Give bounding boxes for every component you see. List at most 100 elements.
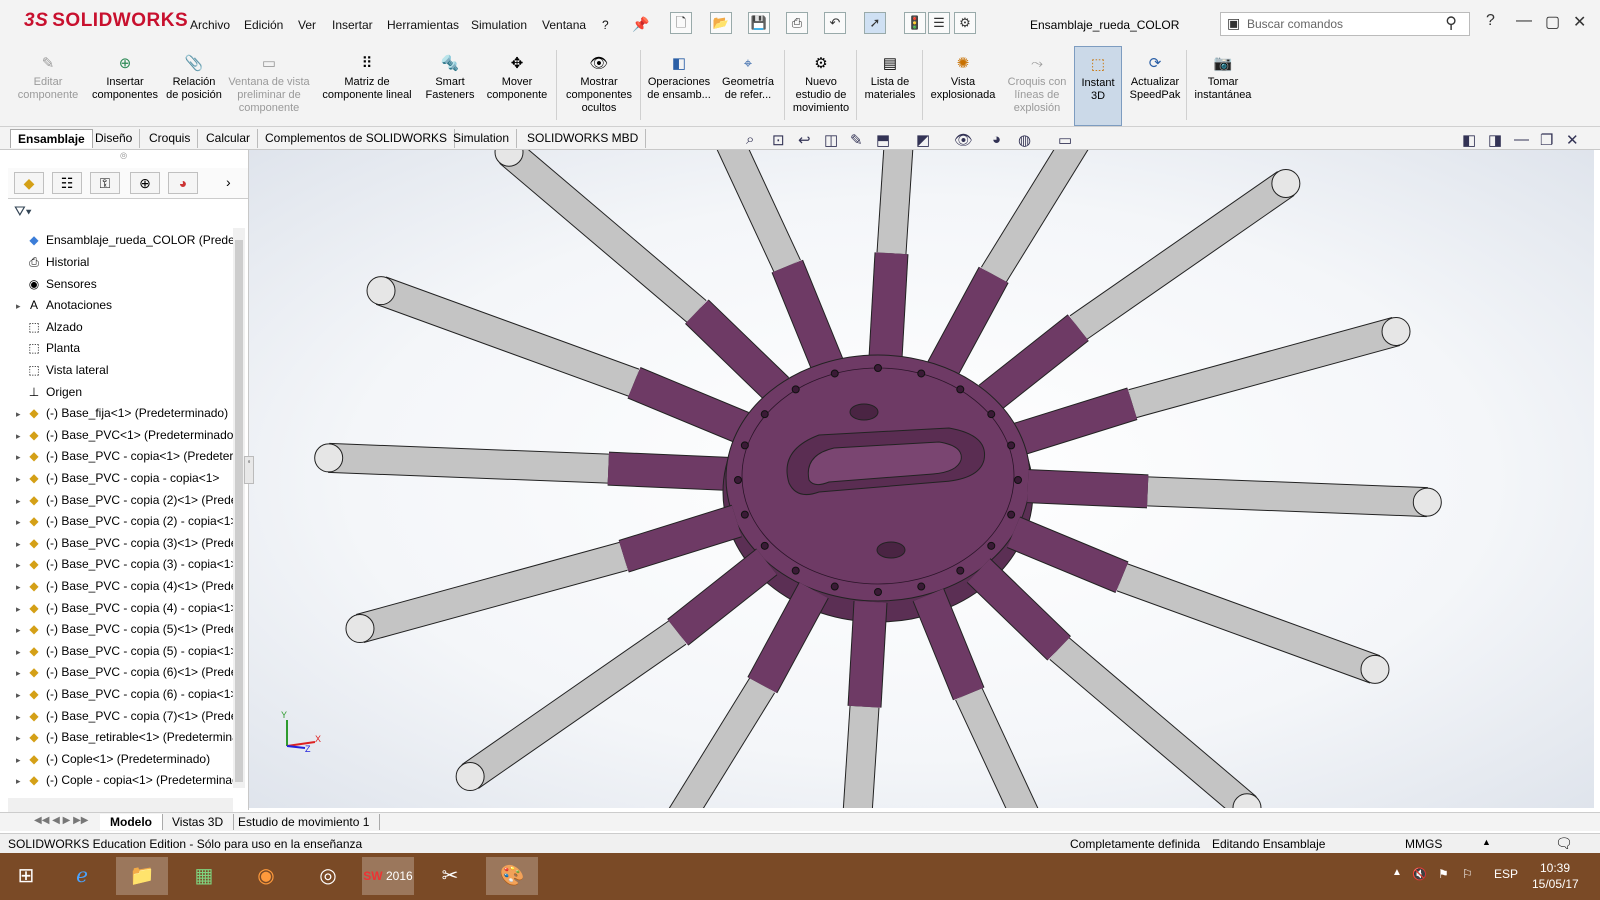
display-manager-tab-icon[interactable]: ◕ bbox=[168, 172, 198, 194]
filter-icon[interactable]: ⛛▾ bbox=[14, 203, 32, 220]
doc-close-icon[interactable]: ✕ bbox=[1566, 131, 1579, 149]
file-properties-icon[interactable]: ☰ bbox=[928, 12, 950, 34]
spoke[interactable] bbox=[868, 24, 921, 360]
tree-item[interactable]: ⊥ Origen bbox=[16, 381, 234, 403]
help-icon[interactable]: ? bbox=[1486, 12, 1495, 30]
menu-simulation[interactable]: Simulation bbox=[471, 18, 527, 32]
expand-arrow-icon[interactable]: ▸ bbox=[16, 749, 26, 770]
expand-arrow-icon[interactable]: ▸ bbox=[16, 295, 26, 316]
menu-archivo[interactable]: Archivo bbox=[190, 18, 230, 32]
tree-item[interactable]: ▸◆(-) Base_PVC - copia (2)<1> (Predeterm… bbox=[16, 489, 234, 511]
tab-ensamblaje[interactable]: Ensamblaje bbox=[10, 129, 93, 148]
volume-icon[interactable]: 🔇 bbox=[1412, 867, 1427, 881]
chevron-up-icon[interactable]: ▲ bbox=[1482, 837, 1491, 847]
minimize-icon[interactable]: — bbox=[1516, 12, 1532, 30]
menu-insertar[interactable]: Insertar bbox=[332, 18, 373, 32]
bill-of-materials-button[interactable]: ▤ Lista de materiales bbox=[860, 46, 920, 126]
tab-scroll-arrows-icon[interactable]: ◀◀ ◀ ▶ ▶▶ bbox=[34, 815, 88, 826]
paint-icon[interactable]: 🎨 bbox=[486, 857, 538, 895]
preview-window-button[interactable]: ▭ Ventana de vista preliminar de componen… bbox=[224, 46, 314, 126]
expand-arrow-icon[interactable]: ▸ bbox=[16, 770, 26, 791]
units-selector[interactable]: MMGS bbox=[1405, 837, 1442, 851]
save-icon[interactable]: 💾 bbox=[748, 12, 770, 34]
print-icon[interactable]: ⎙ bbox=[786, 12, 808, 34]
tree-item[interactable]: ▸◆(-) Base_PVC - copia (5)<1> (Predeterm… bbox=[16, 618, 234, 640]
tray-chevron-icon[interactable]: ▲ bbox=[1392, 867, 1402, 878]
insert-components-button[interactable]: ⊕ Insertar componentes bbox=[86, 46, 164, 126]
expand-arrow-icon[interactable]: ▸ bbox=[16, 727, 26, 748]
doc-minimize-icon[interactable]: — bbox=[1514, 131, 1529, 148]
file-explorer-icon[interactable]: 📁 bbox=[116, 857, 168, 895]
tab-motion-study[interactable]: Estudio de movimiento 1 bbox=[228, 814, 381, 830]
panel-left-icon[interactable]: ◧ bbox=[1462, 131, 1476, 149]
snipping-tool-icon[interactable]: ✂ bbox=[424, 857, 476, 895]
tree-item[interactable]: ▸ ◆ (-) Base_PVC - copia (4) - copia<1> bbox=[16, 597, 234, 619]
tree-item[interactable]: ▸ ◆ (-) Base_PVC<1> (Predeterminado) bbox=[16, 424, 234, 446]
feature-tree-tab-icon[interactable]: ◆ bbox=[14, 172, 44, 194]
restore-icon[interactable]: ▢ bbox=[1545, 12, 1560, 32]
expand-arrow-icon[interactable]: ▸ bbox=[16, 598, 26, 619]
new-motion-study-button[interactable]: ⚙ Nuevo estudio de movimiento bbox=[788, 46, 854, 126]
tree-item[interactable]: ▸◆(-) Base_PVC - copia (3)<1> (Predeterm… bbox=[16, 532, 234, 554]
select-pointer-icon[interactable]: ➚ bbox=[864, 12, 886, 34]
tree-item[interactable]: ▸ ◆ (-) Base_PVC - copia (3) - copia<1> bbox=[16, 553, 234, 575]
menu-edicion[interactable]: Edición bbox=[244, 18, 283, 32]
rebuild-icon[interactable]: 🚦 bbox=[904, 12, 926, 34]
tree-item[interactable]: ▸◆(-) Base_PVC - copia (6)<1> (Predeterm… bbox=[16, 661, 234, 683]
menu-help[interactable]: ? bbox=[602, 18, 609, 32]
display-style-icon[interactable]: ◩ bbox=[916, 131, 930, 149]
expand-arrow-icon[interactable]: ▸ bbox=[16, 576, 26, 597]
doc-restore-icon[interactable]: ❐ bbox=[1540, 131, 1553, 149]
internet-explorer-icon[interactable]: ℯ bbox=[56, 857, 108, 895]
solidworks-taskbar-icon[interactable]: SW 2016 bbox=[362, 857, 414, 895]
tree-item[interactable]: ⬚ Planta bbox=[16, 337, 234, 359]
tree-item[interactable]: ▸ ◆ (-) Base_PVC - copia - copia<1> bbox=[16, 467, 234, 489]
tree-item[interactable]: ▸◆(-) Base_retirable<1> (Predeterminado) bbox=[16, 726, 234, 748]
tree-item[interactable]: ◉ Sensores bbox=[16, 273, 234, 295]
solidworks-logo[interactable]: 3S SOLIDWORKS bbox=[24, 10, 188, 32]
firefox-icon[interactable]: ◉ bbox=[240, 857, 292, 895]
panel-right-icon[interactable]: ◨ bbox=[1488, 131, 1502, 149]
edit-appearance-icon[interactable]: ◕ bbox=[992, 131, 1001, 148]
tab-calcular[interactable]: Calcular bbox=[199, 129, 259, 148]
tree-root[interactable]: ◆Ensamblaje_rueda_COLOR (Predeterminado) bbox=[16, 229, 234, 251]
spoke[interactable] bbox=[314, 442, 729, 491]
graphics-area[interactable]: Y X Z bbox=[249, 24, 1594, 900]
close-icon[interactable]: ✕ bbox=[1573, 12, 1586, 32]
move-component-button[interactable]: ✥ Mover componente bbox=[482, 46, 552, 126]
tree-horizontal-scrollbar[interactable] bbox=[8, 798, 233, 812]
tree-item[interactable]: ▸ ◆ (-) Base_fija<1> (Predeterminado) bbox=[16, 402, 234, 424]
undo-icon[interactable]: ↶ bbox=[824, 12, 846, 34]
action-center-icon[interactable]: ⚐ bbox=[1462, 867, 1473, 881]
spoke[interactable] bbox=[927, 66, 1129, 378]
update-speedpak-button[interactable]: ⟳ Actualizar SpeedPak bbox=[1126, 46, 1184, 126]
language-indicator[interactable]: ESP bbox=[1494, 867, 1518, 881]
clock-time[interactable]: 10:39 bbox=[1540, 861, 1570, 875]
tab-simulation[interactable]: Simulation bbox=[446, 129, 518, 148]
expand-arrow-icon[interactable]: ▸ bbox=[16, 533, 26, 554]
assembly-features-button[interactable]: ◧ Operaciones de ensamb... bbox=[644, 46, 714, 126]
expand-arrow-icon[interactable]: ▸ bbox=[16, 662, 26, 683]
store-icon[interactable]: ▦ bbox=[178, 857, 230, 895]
tree-item[interactable]: ▸◆(-) Base_PVC - copia (7)<1> (Predeterm… bbox=[16, 705, 234, 727]
tab-croquis[interactable]: Croquis bbox=[142, 129, 199, 148]
spoke[interactable] bbox=[627, 582, 829, 894]
tree-item[interactable]: ▸◆(-) Base_PVC - copia (4)<1> (Predeterm… bbox=[16, 575, 234, 597]
search-icon[interactable]: ⚲ bbox=[1445, 13, 1457, 33]
configuration-tab-icon[interactable]: ⚿ bbox=[90, 172, 120, 194]
expand-arrow-icon[interactable]: ▸ bbox=[16, 684, 26, 705]
reference-geometry-button[interactable]: ⌖ Geometría de refer... bbox=[716, 46, 780, 126]
open-folder-icon[interactable]: 📂 bbox=[710, 12, 732, 34]
view-settings-icon[interactable]: ▭ bbox=[1058, 131, 1072, 149]
expand-arrow-icon[interactable]: ▸ bbox=[16, 425, 26, 446]
menu-ver[interactable]: Ver bbox=[298, 18, 316, 32]
tree-item[interactable]: ▸◆(-) Base_PVC - copia<1> (Predeterminad… bbox=[16, 445, 234, 467]
zoom-area-icon[interactable]: ⊡ bbox=[772, 131, 785, 149]
property-manager-tab-icon[interactable]: ☷ bbox=[52, 172, 82, 194]
tree-item[interactable]: ▸ ◆ (-) Cople<1> (Predeterminado) bbox=[16, 748, 234, 770]
view-orientation-icon[interactable]: ⬒ bbox=[876, 131, 890, 149]
spoke[interactable] bbox=[1027, 469, 1442, 518]
search-commands-input[interactable]: ▣ Buscar comandos ⚲ bbox=[1220, 12, 1470, 36]
tab-modelo[interactable]: Modelo bbox=[100, 814, 163, 830]
zoom-to-fit-icon[interactable]: ⌕ bbox=[746, 131, 754, 148]
